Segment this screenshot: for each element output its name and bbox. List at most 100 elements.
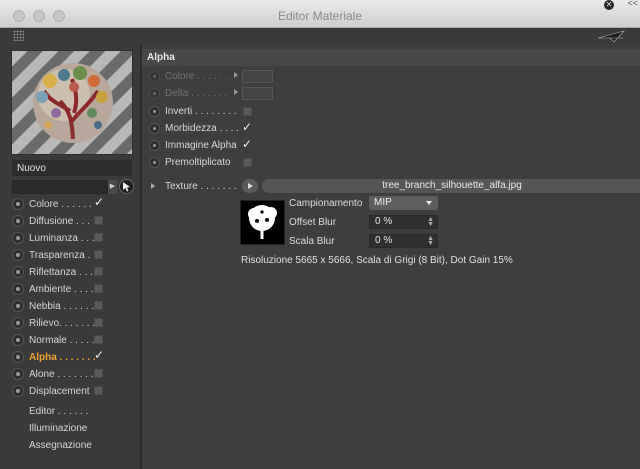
channel-checkbox[interactable] — [94, 216, 103, 225]
property-radio-icon[interactable] — [149, 123, 160, 134]
channel-radio-icon[interactable] — [12, 232, 24, 244]
corner-arrows-icon[interactable]: << — [627, 0, 638, 8]
channel-radio-icon[interactable] — [12, 317, 24, 329]
window-title: Editor Materiale — [277, 9, 363, 23]
material-tab-item[interactable]: Illuminazione — [29, 423, 87, 434]
property-radio-icon[interactable] — [149, 88, 160, 99]
channel-item[interactable]: Ambiente . . . . — [12, 281, 137, 297]
corner-close-icon[interactable]: ✕ — [604, 0, 614, 10]
sampling-dropdown[interactable]: MIP — [369, 196, 438, 210]
scale-blur-field[interactable]: 0 % ▲ ▼ — [369, 234, 438, 248]
channel-checkmark-icon[interactable]: ✓ — [94, 348, 104, 362]
channel-radio-icon[interactable] — [12, 300, 24, 312]
channel-checkbox[interactable] — [94, 284, 103, 293]
channel-label: Trasparenza . . — [29, 250, 96, 261]
material-name-field[interactable]: Nuovo — [12, 160, 132, 176]
toolbar — [0, 28, 640, 44]
material-tab-item[interactable]: Editor . . . . . . — [29, 406, 88, 417]
title-bar: Editor Materiale ✕ << — [0, 0, 640, 28]
material-tab-item[interactable]: Assegnazione — [29, 440, 92, 451]
property-label: Delta . . . . . . . — [165, 88, 228, 99]
expand-arrow-icon[interactable] — [234, 72, 238, 78]
channel-checkbox[interactable] — [94, 250, 103, 259]
channel-radio-icon[interactable] — [12, 283, 24, 295]
property-label: Premoltiplicato — [165, 157, 231, 168]
tree-silhouette-icon — [248, 205, 277, 239]
channel-radio-icon[interactable] — [12, 334, 24, 346]
channel-label: Luminanza . . . — [29, 233, 95, 244]
channel-label: Nebbia . . . . . . — [29, 301, 95, 312]
sampling-value: MIP — [374, 197, 392, 208]
property-radio-icon[interactable] — [149, 140, 160, 151]
channel-radio-icon[interactable] — [12, 368, 24, 380]
property-label: Colore . . . . . . — [165, 71, 228, 82]
scale-blur-value: 0 % — [375, 235, 393, 246]
channel-radio-icon[interactable] — [12, 249, 24, 261]
channel-label: Alpha . . . . . . . — [29, 352, 96, 363]
offset-blur-stepper-icon[interactable]: ▲ ▼ — [427, 216, 434, 228]
channel-item[interactable]: Trasparenza . . — [12, 247, 137, 263]
channel-checkbox[interactable] — [94, 267, 103, 276]
picker-icon[interactable] — [119, 179, 134, 194]
channel-label: Alone . . . . . . . — [29, 369, 94, 380]
channel-item[interactable]: Alone . . . . . . . — [12, 366, 137, 382]
channel-label: Diffusione . . . — [29, 216, 90, 227]
grip-icon[interactable] — [13, 30, 24, 41]
channel-checkbox[interactable] — [94, 335, 103, 344]
filter-dropdown-icon[interactable]: ▶ — [108, 180, 117, 194]
alpha-property-row: Inverti . . . . . . . . — [149, 104, 289, 119]
channel-radio-icon[interactable] — [12, 215, 24, 227]
pointer-icon[interactable] — [590, 28, 630, 44]
property-label: Morbidezza . . . . — [165, 123, 239, 134]
channel-item[interactable]: Alpha . . . . . . . ✓ — [12, 348, 137, 365]
channel-item[interactable]: Displacement — [12, 383, 137, 399]
channel-checkbox[interactable] — [94, 318, 103, 327]
expand-arrow-icon[interactable] — [234, 89, 238, 95]
channel-label: Normale . . . . . — [29, 335, 95, 346]
channel-item[interactable]: Normale . . . . . — [12, 332, 137, 348]
property-label: Inverti . . . . . . . . — [165, 106, 237, 117]
channel-item[interactable]: Nebbia . . . . . . — [12, 298, 137, 314]
property-checkbox[interactable] — [243, 158, 252, 167]
channel-label: Colore . . . . . . — [29, 199, 92, 210]
offset-blur-label: Offset Blur — [289, 217, 337, 228]
channel-radio-icon[interactable] — [12, 351, 24, 363]
alpha-property-row: Delta . . . . . . . — [149, 86, 289, 101]
channel-checkbox[interactable] — [94, 386, 103, 395]
offset-blur-field[interactable]: 0 % ▲ ▼ — [369, 215, 438, 229]
property-checkmark-icon[interactable]: ✓ — [242, 120, 252, 134]
channel-filter-input[interactable] — [12, 180, 108, 194]
play-icon[interactable] — [242, 179, 258, 193]
texture-label: Texture . . . . . . . — [165, 181, 237, 192]
channel-radio-icon[interactable] — [12, 198, 24, 210]
channel-item[interactable]: Luminanza . . . — [12, 230, 137, 246]
alpha-property-row: Morbidezza . . . . ✓ — [149, 120, 289, 136]
channel-label: Displacement — [29, 386, 90, 397]
property-checkmark-icon[interactable]: ✓ — [242, 137, 252, 151]
material-preview[interactable] — [11, 50, 133, 155]
channel-checkbox[interactable] — [94, 233, 103, 242]
texture-thumbnail[interactable] — [240, 200, 285, 245]
channel-checkbox[interactable] — [94, 301, 103, 310]
channel-checkbox[interactable] — [94, 369, 103, 378]
property-radio-icon[interactable] — [149, 71, 160, 82]
channel-item[interactable]: Riflettanza . . . — [12, 264, 137, 280]
channel-item[interactable]: Diffusione . . . — [12, 213, 137, 229]
channel-checkmark-icon[interactable]: ✓ — [94, 195, 104, 209]
channel-label: Rilievo. . . . . . . — [29, 318, 96, 329]
property-checkbox[interactable] — [243, 107, 252, 116]
texture-info: Risoluzione 5665 x 5666, Scala di Grigi … — [241, 255, 513, 266]
texture-expand-icon[interactable] — [151, 183, 155, 189]
scale-blur-label: Scala Blur — [289, 236, 335, 247]
property-radio-icon[interactable] — [149, 106, 160, 117]
channel-item[interactable]: Colore . . . . . . ✓ — [12, 195, 137, 212]
texture-filename-button[interactable]: tree_branch_silhouette_alfa.jpg — [262, 179, 640, 193]
alpha-property-row: Immagine Alpha ✓ — [149, 137, 289, 153]
property-radio-icon[interactable] — [149, 157, 160, 168]
scale-blur-stepper-icon[interactable]: ▲ ▼ — [427, 235, 434, 247]
property-label: Immagine Alpha — [165, 140, 237, 151]
section-title: Alpha — [142, 49, 640, 66]
channel-item[interactable]: Rilievo. . . . . . . — [12, 315, 137, 331]
channel-radio-icon[interactable] — [12, 385, 24, 397]
channel-radio-icon[interactable] — [12, 266, 24, 278]
